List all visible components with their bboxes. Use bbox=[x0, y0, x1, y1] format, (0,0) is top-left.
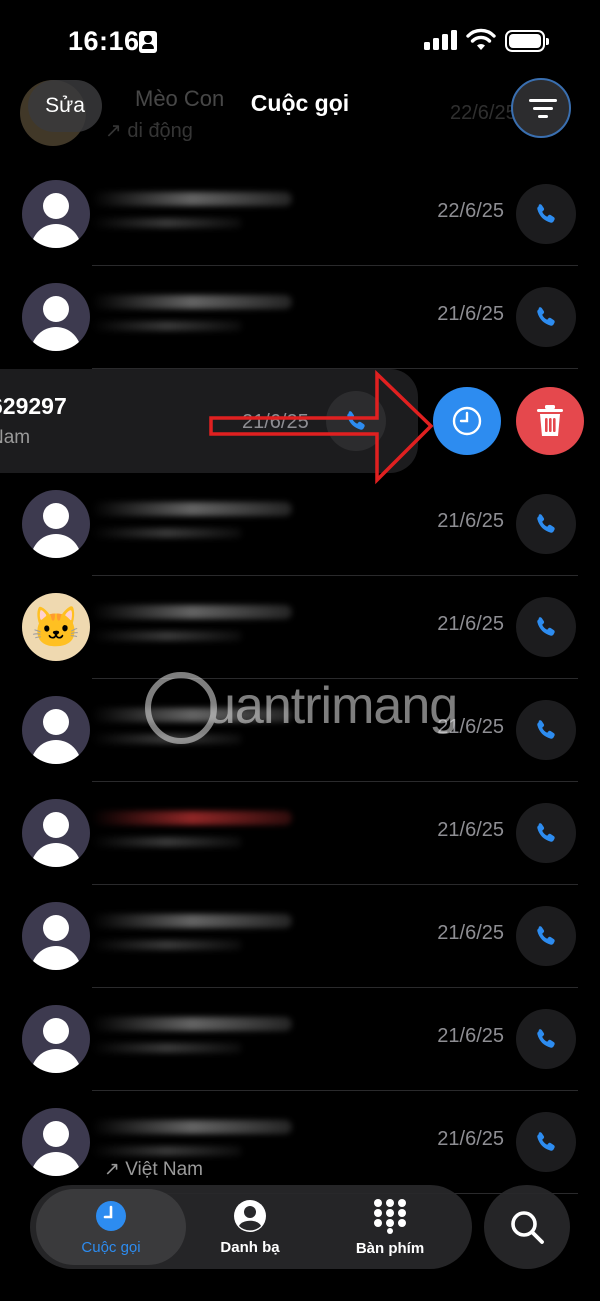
avatar bbox=[22, 490, 90, 558]
avatar bbox=[22, 283, 90, 351]
call-row[interactable]: 21/6/25 bbox=[0, 884, 600, 988]
avatar: 🐱 bbox=[22, 593, 90, 661]
call-date: 21/6/25 bbox=[437, 716, 504, 738]
delete-button[interactable] bbox=[516, 387, 584, 455]
contact-card-icon bbox=[139, 31, 157, 53]
call-date: 21/6/25 bbox=[437, 510, 504, 532]
call-date: 22/6/25 bbox=[437, 200, 504, 222]
phone-icon bbox=[537, 617, 555, 636]
phone-icon bbox=[537, 926, 555, 945]
header: Mèo Con ↗ di động 22/6/25 Sửa Cuộc gọi bbox=[0, 72, 600, 162]
redacted-name bbox=[92, 605, 292, 619]
search-button[interactable] bbox=[484, 1185, 570, 1269]
annotation-arrow-icon bbox=[209, 369, 434, 485]
caller-location: Nam bbox=[0, 427, 31, 448]
phone-icon bbox=[537, 204, 555, 223]
tab-keypad[interactable]: Bàn phím bbox=[320, 1189, 460, 1265]
filter-icon bbox=[529, 99, 557, 118]
avatar bbox=[22, 1108, 90, 1176]
redacted-name bbox=[92, 708, 292, 722]
clock-icon bbox=[96, 1200, 126, 1231]
tab-bar: Cuộc gọi Danh bạ Bàn phím bbox=[30, 1185, 472, 1269]
status-time: 16:16 bbox=[68, 26, 140, 56]
call-back-button[interactable] bbox=[516, 700, 576, 760]
phone-icon bbox=[537, 1029, 555, 1048]
phone-icon bbox=[537, 720, 555, 739]
call-row[interactable]: 21/6/25 bbox=[0, 987, 600, 1091]
call-back-button[interactable] bbox=[516, 906, 576, 966]
call-back-button[interactable] bbox=[516, 597, 576, 657]
call-row[interactable]: ↗ Việt Nam 21/6/25 bbox=[0, 1090, 600, 1194]
redacted-detail bbox=[92, 631, 242, 641]
redacted-detail bbox=[92, 321, 242, 331]
call-back-button[interactable] bbox=[516, 287, 576, 347]
call-row[interactable]: 22/6/25 bbox=[0, 162, 600, 266]
search-icon bbox=[511, 1211, 544, 1244]
contact-icon bbox=[234, 1199, 266, 1232]
redacted-name bbox=[92, 914, 292, 928]
battery-icon bbox=[505, 30, 549, 52]
call-date: 21/6/25 bbox=[437, 1128, 504, 1150]
call-date: 21/6/25 bbox=[437, 1025, 504, 1047]
cat-emoji-icon: 🐱 bbox=[31, 605, 81, 650]
call-row[interactable]: 21/6/25 bbox=[0, 472, 600, 576]
call-row[interactable]: 21/6/25 bbox=[0, 265, 600, 369]
home-indicator-area bbox=[0, 1270, 600, 1301]
remind-button[interactable] bbox=[433, 387, 501, 455]
status-bar: 16:16 bbox=[0, 0, 600, 80]
cellular-signal-icon bbox=[424, 30, 458, 50]
call-back-button[interactable] bbox=[516, 1112, 576, 1172]
avatar bbox=[22, 799, 90, 867]
redacted-detail bbox=[92, 734, 242, 744]
avatar bbox=[22, 180, 90, 248]
tab-label: Danh bạ bbox=[220, 1238, 280, 1256]
redacted-detail bbox=[92, 1043, 242, 1053]
clock-icon bbox=[452, 406, 482, 436]
tab-contacts[interactable]: Danh bạ bbox=[190, 1189, 310, 1265]
avatar bbox=[22, 902, 90, 970]
phone-icon bbox=[537, 307, 555, 326]
avatar bbox=[22, 1005, 90, 1073]
call-date: 21/6/25 bbox=[437, 922, 504, 944]
redacted-name bbox=[92, 295, 292, 309]
call-row[interactable]: 🐱 21/6/25 bbox=[0, 575, 600, 679]
wifi-icon bbox=[466, 28, 496, 50]
phone-icon bbox=[537, 1132, 555, 1151]
redacted-name bbox=[92, 1017, 292, 1031]
redacted-detail bbox=[92, 218, 242, 228]
call-date: 21/6/25 bbox=[437, 819, 504, 841]
redacted-detail bbox=[92, 940, 242, 950]
call-back-button[interactable] bbox=[516, 184, 576, 244]
avatar bbox=[22, 696, 90, 764]
call-row[interactable]: 21/6/25 bbox=[0, 678, 600, 782]
call-type: ↗ Việt Nam bbox=[104, 1159, 203, 1180]
phone-icon bbox=[537, 514, 555, 533]
filter-button[interactable] bbox=[511, 78, 571, 138]
call-back-button[interactable] bbox=[516, 1009, 576, 1069]
call-date: 21/6/25 bbox=[437, 613, 504, 635]
redacted-name bbox=[92, 1120, 292, 1134]
keypad-icon bbox=[374, 1198, 406, 1234]
phone-icon bbox=[537, 823, 555, 842]
call-type: ↗ di động bbox=[105, 120, 193, 142]
call-back-button[interactable] bbox=[516, 803, 576, 863]
redacted-detail bbox=[92, 837, 242, 847]
trash-icon bbox=[537, 405, 563, 436]
redacted-detail bbox=[92, 528, 242, 538]
tab-calls[interactable]: Cuộc gọi bbox=[36, 1189, 186, 1265]
caller-number: 629297 bbox=[0, 393, 67, 419]
redacted-name bbox=[92, 811, 292, 825]
tab-label: Cuộc gọi bbox=[81, 1238, 141, 1256]
call-date: 21/6/25 bbox=[437, 303, 504, 325]
call-back-button[interactable] bbox=[516, 494, 576, 554]
call-row[interactable]: 21/6/25 bbox=[0, 781, 600, 885]
page-title: Cuộc gọi bbox=[250, 90, 350, 116]
redacted-detail bbox=[92, 1146, 242, 1156]
redacted-name bbox=[92, 192, 292, 206]
redacted-name bbox=[92, 502, 292, 516]
tab-label: Bàn phím bbox=[355, 1239, 425, 1257]
